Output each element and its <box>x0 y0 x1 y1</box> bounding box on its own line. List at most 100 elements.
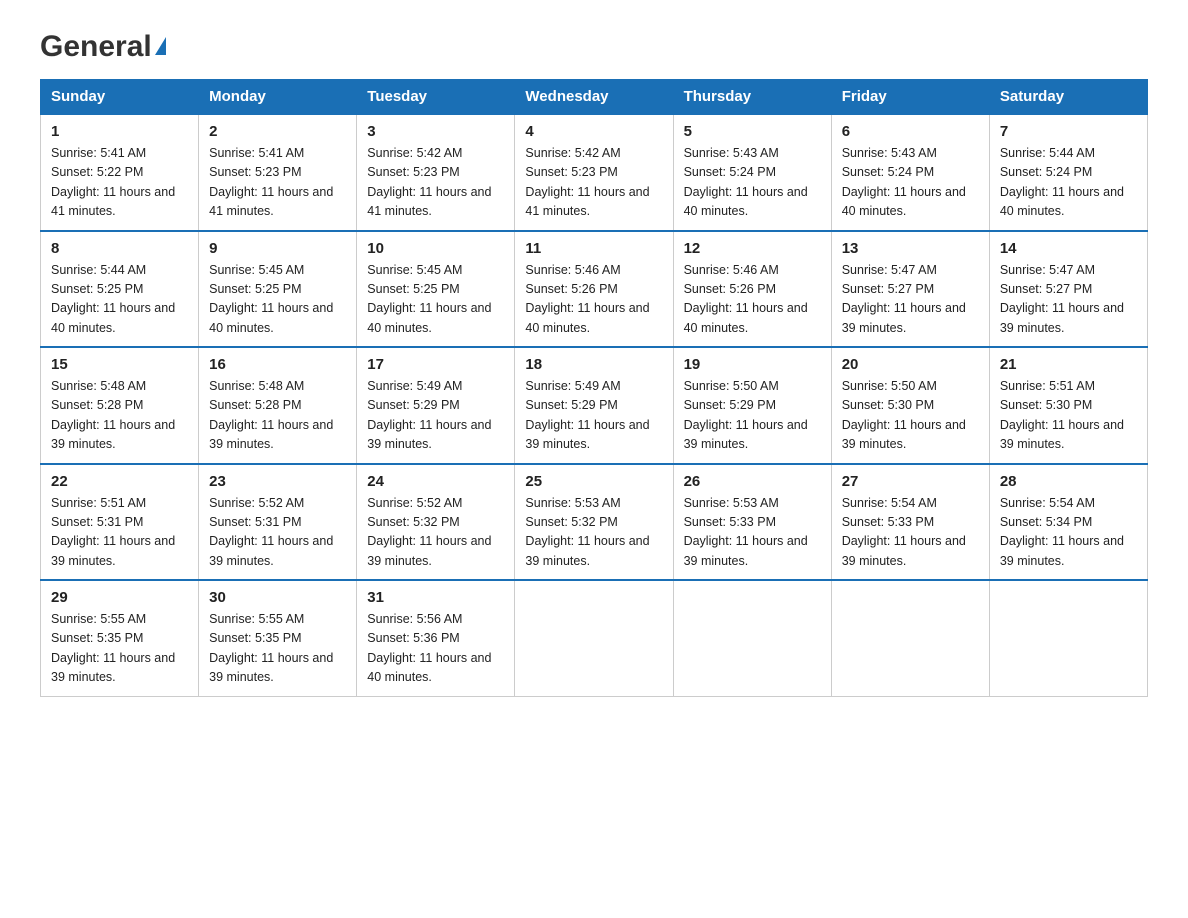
day-sunrise: Sunrise: 5:54 AM <box>1000 496 1095 510</box>
calendar-table: SundayMondayTuesdayWednesdayThursdayFrid… <box>40 79 1148 697</box>
day-sunset: Sunset: 5:29 PM <box>684 398 776 412</box>
calendar-cell: 14 Sunrise: 5:47 AM Sunset: 5:27 PM Dayl… <box>989 231 1147 348</box>
calendar-cell: 12 Sunrise: 5:46 AM Sunset: 5:26 PM Dayl… <box>673 231 831 348</box>
logo-general: General <box>40 30 152 64</box>
day-daylight: Daylight: 11 hours and 39 minutes. <box>842 301 966 334</box>
calendar-cell: 2 Sunrise: 5:41 AM Sunset: 5:23 PM Dayli… <box>199 114 357 231</box>
day-sunrise: Sunrise: 5:42 AM <box>367 146 462 160</box>
calendar-week-row: 22 Sunrise: 5:51 AM Sunset: 5:31 PM Dayl… <box>41 464 1148 581</box>
day-number: 13 <box>842 240 979 257</box>
calendar-cell: 21 Sunrise: 5:51 AM Sunset: 5:30 PM Dayl… <box>989 347 1147 464</box>
day-daylight: Daylight: 11 hours and 39 minutes. <box>51 418 175 451</box>
day-sunrise: Sunrise: 5:55 AM <box>209 612 304 626</box>
calendar-header-monday: Monday <box>199 80 357 115</box>
day-number: 2 <box>209 123 346 140</box>
day-sunset: Sunset: 5:31 PM <box>209 515 301 529</box>
day-daylight: Daylight: 11 hours and 41 minutes. <box>525 185 649 218</box>
day-sunset: Sunset: 5:25 PM <box>367 282 459 296</box>
day-number: 31 <box>367 589 504 606</box>
calendar-cell: 7 Sunrise: 5:44 AM Sunset: 5:24 PM Dayli… <box>989 114 1147 231</box>
calendar-cell: 20 Sunrise: 5:50 AM Sunset: 5:30 PM Dayl… <box>831 347 989 464</box>
day-number: 16 <box>209 356 346 373</box>
day-number: 8 <box>51 240 188 257</box>
day-sunset: Sunset: 5:25 PM <box>51 282 143 296</box>
day-sunrise: Sunrise: 5:43 AM <box>684 146 779 160</box>
day-number: 19 <box>684 356 821 373</box>
day-sunset: Sunset: 5:24 PM <box>842 165 934 179</box>
day-sunset: Sunset: 5:32 PM <box>525 515 617 529</box>
day-sunset: Sunset: 5:22 PM <box>51 165 143 179</box>
day-sunset: Sunset: 5:30 PM <box>842 398 934 412</box>
day-sunrise: Sunrise: 5:53 AM <box>684 496 779 510</box>
calendar-cell: 3 Sunrise: 5:42 AM Sunset: 5:23 PM Dayli… <box>357 114 515 231</box>
calendar-cell: 5 Sunrise: 5:43 AM Sunset: 5:24 PM Dayli… <box>673 114 831 231</box>
day-sunrise: Sunrise: 5:55 AM <box>51 612 146 626</box>
day-sunrise: Sunrise: 5:48 AM <box>51 379 146 393</box>
day-daylight: Daylight: 11 hours and 39 minutes. <box>525 418 649 451</box>
day-sunset: Sunset: 5:35 PM <box>209 631 301 645</box>
header: General <box>40 30 1148 65</box>
calendar-cell: 15 Sunrise: 5:48 AM Sunset: 5:28 PM Dayl… <box>41 347 199 464</box>
day-sunrise: Sunrise: 5:53 AM <box>525 496 620 510</box>
day-number: 4 <box>525 123 662 140</box>
day-sunrise: Sunrise: 5:45 AM <box>367 263 462 277</box>
calendar-cell <box>515 580 673 696</box>
logo: General <box>40 30 166 65</box>
calendar-header-saturday: Saturday <box>989 80 1147 115</box>
day-daylight: Daylight: 11 hours and 39 minutes. <box>1000 534 1124 567</box>
day-daylight: Daylight: 11 hours and 40 minutes. <box>209 301 333 334</box>
calendar-cell <box>989 580 1147 696</box>
day-sunset: Sunset: 5:35 PM <box>51 631 143 645</box>
day-sunset: Sunset: 5:29 PM <box>525 398 617 412</box>
day-sunset: Sunset: 5:28 PM <box>51 398 143 412</box>
day-daylight: Daylight: 11 hours and 39 minutes. <box>1000 418 1124 451</box>
day-daylight: Daylight: 11 hours and 39 minutes. <box>209 651 333 684</box>
calendar-cell: 13 Sunrise: 5:47 AM Sunset: 5:27 PM Dayl… <box>831 231 989 348</box>
day-sunrise: Sunrise: 5:47 AM <box>842 263 937 277</box>
day-number: 26 <box>684 473 821 490</box>
day-sunrise: Sunrise: 5:51 AM <box>1000 379 1095 393</box>
day-daylight: Daylight: 11 hours and 40 minutes. <box>525 301 649 334</box>
calendar-cell: 31 Sunrise: 5:56 AM Sunset: 5:36 PM Dayl… <box>357 580 515 696</box>
calendar-header-wednesday: Wednesday <box>515 80 673 115</box>
calendar-cell: 23 Sunrise: 5:52 AM Sunset: 5:31 PM Dayl… <box>199 464 357 581</box>
calendar-cell: 18 Sunrise: 5:49 AM Sunset: 5:29 PM Dayl… <box>515 347 673 464</box>
day-sunrise: Sunrise: 5:47 AM <box>1000 263 1095 277</box>
calendar-header-sunday: Sunday <box>41 80 199 115</box>
calendar-cell: 19 Sunrise: 5:50 AM Sunset: 5:29 PM Dayl… <box>673 347 831 464</box>
day-number: 21 <box>1000 356 1137 373</box>
day-sunset: Sunset: 5:23 PM <box>525 165 617 179</box>
day-daylight: Daylight: 11 hours and 40 minutes. <box>842 185 966 218</box>
calendar-cell: 22 Sunrise: 5:51 AM Sunset: 5:31 PM Dayl… <box>41 464 199 581</box>
calendar-cell: 16 Sunrise: 5:48 AM Sunset: 5:28 PM Dayl… <box>199 347 357 464</box>
logo-triangle-icon <box>155 37 166 55</box>
day-daylight: Daylight: 11 hours and 39 minutes. <box>51 651 175 684</box>
calendar-cell <box>831 580 989 696</box>
calendar-header-row: SundayMondayTuesdayWednesdayThursdayFrid… <box>41 80 1148 115</box>
calendar-cell: 8 Sunrise: 5:44 AM Sunset: 5:25 PM Dayli… <box>41 231 199 348</box>
day-number: 11 <box>525 240 662 257</box>
day-sunset: Sunset: 5:33 PM <box>842 515 934 529</box>
day-sunset: Sunset: 5:24 PM <box>684 165 776 179</box>
day-sunrise: Sunrise: 5:46 AM <box>684 263 779 277</box>
day-sunrise: Sunrise: 5:41 AM <box>51 146 146 160</box>
day-daylight: Daylight: 11 hours and 39 minutes. <box>367 534 491 567</box>
day-sunrise: Sunrise: 5:54 AM <box>842 496 937 510</box>
day-sunset: Sunset: 5:30 PM <box>1000 398 1092 412</box>
calendar-week-row: 1 Sunrise: 5:41 AM Sunset: 5:22 PM Dayli… <box>41 114 1148 231</box>
day-daylight: Daylight: 11 hours and 39 minutes. <box>842 418 966 451</box>
day-number: 10 <box>367 240 504 257</box>
day-sunset: Sunset: 5:27 PM <box>1000 282 1092 296</box>
day-sunrise: Sunrise: 5:56 AM <box>367 612 462 626</box>
day-daylight: Daylight: 11 hours and 39 minutes. <box>684 418 808 451</box>
day-daylight: Daylight: 11 hours and 40 minutes. <box>367 651 491 684</box>
day-sunset: Sunset: 5:23 PM <box>209 165 301 179</box>
day-sunrise: Sunrise: 5:52 AM <box>209 496 304 510</box>
day-sunset: Sunset: 5:24 PM <box>1000 165 1092 179</box>
calendar-cell: 27 Sunrise: 5:54 AM Sunset: 5:33 PM Dayl… <box>831 464 989 581</box>
day-sunrise: Sunrise: 5:45 AM <box>209 263 304 277</box>
day-number: 9 <box>209 240 346 257</box>
day-sunrise: Sunrise: 5:50 AM <box>842 379 937 393</box>
day-number: 24 <box>367 473 504 490</box>
day-daylight: Daylight: 11 hours and 39 minutes. <box>525 534 649 567</box>
